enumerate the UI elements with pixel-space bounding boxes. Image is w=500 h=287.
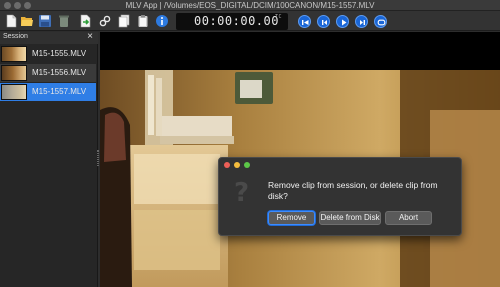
toolbar: 00:00:00.00 TC (0, 11, 500, 31)
info-icon[interactable] (155, 14, 169, 28)
window-title: MLV App | /Volumes/EOS_DIGITAL/DCIM/100C… (125, 1, 375, 10)
link-icon[interactable] (98, 14, 112, 28)
delete-from-disk-button[interactable]: Delete from Disk (319, 211, 381, 225)
session-clip-item-selected[interactable]: M15-1557.MLV (0, 83, 96, 101)
export-icon[interactable] (78, 14, 92, 28)
paste-icon[interactable] (136, 14, 150, 28)
dialog-close-button[interactable] (224, 162, 230, 168)
session-clip-item[interactable]: M15-1555.MLV (0, 45, 96, 63)
timecode-value: 00:00:00.00 (194, 14, 279, 28)
title-bar: MLV App | /Volumes/EOS_DIGITAL/DCIM/100C… (0, 0, 500, 11)
close-session-panel-button[interactable]: × (87, 31, 93, 43)
skip-start-icon[interactable] (298, 15, 311, 28)
remove-button[interactable]: Remove (268, 211, 315, 225)
session-panel: Session × M15-1555.MLV M15-1556.MLV M15-… (0, 31, 98, 287)
clip-thumbnail (1, 46, 27, 62)
timecode-suffix: TC (274, 14, 282, 20)
session-clip-item[interactable]: M15-1556.MLV (0, 64, 96, 82)
question-icon: ? (234, 178, 250, 208)
delete-icon[interactable] (57, 14, 71, 28)
clip-label: M15-1556.MLV (32, 68, 87, 77)
dialog-message: Remove clip from session, or delete clip… (268, 180, 438, 201)
clip-label: M15-1557.MLV (32, 87, 87, 96)
dialog-minimize-button[interactable] (234, 162, 240, 168)
save-icon[interactable] (38, 14, 52, 28)
step-back-icon[interactable] (317, 15, 330, 28)
step-forward-icon[interactable] (355, 15, 368, 28)
loop-icon[interactable] (374, 15, 387, 28)
dialog-zoom-button[interactable] (244, 162, 250, 168)
session-header: Session × (0, 31, 98, 44)
session-title: Session (3, 33, 28, 40)
clip-thumbnail (1, 65, 27, 81)
open-folder-icon[interactable] (20, 14, 34, 28)
mlv-app-window: MLV App | /Volumes/EOS_DIGITAL/DCIM/100C… (0, 0, 500, 287)
clip-label: M15-1555.MLV (32, 49, 87, 58)
copy-icon[interactable] (117, 14, 131, 28)
new-session-icon[interactable] (4, 14, 18, 28)
timecode-display: 00:00:00.00 TC (176, 13, 288, 30)
abort-button[interactable]: Abort (385, 211, 432, 225)
play-icon[interactable] (336, 15, 349, 28)
clip-thumbnail (1, 84, 27, 100)
remove-clip-dialog: ? Remove clip from session, or delete cl… (218, 157, 462, 236)
panel-splitter-handle[interactable] (97, 150, 99, 166)
